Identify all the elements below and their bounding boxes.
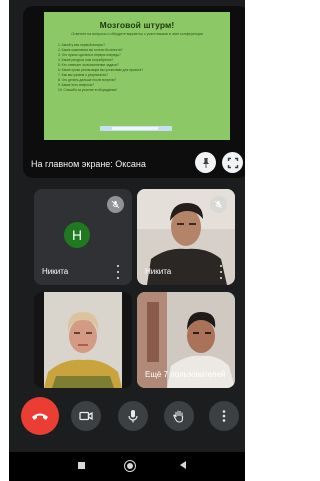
slide-list: 1. Какой у вас первый вопрос? 2. Какие и… — [58, 43, 230, 93]
participant-video — [34, 292, 132, 388]
fullscreen-icon — [227, 157, 238, 168]
raise-hand-icon — [173, 410, 184, 423]
system-navigation-bar — [9, 452, 245, 481]
participant-name: Никита — [145, 267, 172, 276]
microphone-off-icon — [111, 200, 120, 209]
muted-badge — [210, 196, 227, 213]
fullscreen-button[interactable] — [222, 152, 243, 173]
participant-tile[interactable] — [34, 292, 132, 388]
hang-up-icon — [32, 413, 48, 420]
participant-name: Никита — [42, 267, 69, 276]
muted-badge — [107, 196, 124, 213]
more-options-icon[interactable] — [116, 265, 120, 279]
slide-title: Мозговой штурм! — [99, 20, 175, 30]
home-icon[interactable] — [124, 460, 136, 472]
participant-tile[interactable]: Ещё 7 пользователей — [137, 292, 235, 388]
meeting-screen: Мозговой штурм! Ответьте на вопросы и об… — [9, 0, 245, 481]
camera-icon — [79, 411, 93, 421]
microphone-off-icon — [214, 200, 223, 209]
slide-subtitle: Ответьте на вопросы и обсудите варианты … — [71, 32, 203, 36]
more-options-icon — [222, 410, 226, 422]
presenter-caption: На главном экране: Оксана — [31, 159, 146, 169]
back-icon[interactable] — [180, 461, 186, 469]
slide-list-item: 10. Спасибо за участие в обсуждении! — [58, 88, 117, 93]
more-participants-label: Ещё 7 пользователей — [145, 370, 226, 379]
slide-link-bar — [100, 126, 172, 131]
hang-up-button[interactable] — [21, 397, 59, 435]
microphone-toggle-button[interactable] — [118, 401, 148, 431]
microphone-icon — [128, 410, 138, 423]
more-options-button[interactable] — [209, 401, 239, 431]
participant-tile[interactable]: Н Никита — [34, 189, 132, 285]
participant-tile[interactable]: Никита — [137, 189, 235, 285]
presentation-tile[interactable]: Мозговой штурм! Ответьте на вопросы и об… — [23, 6, 245, 178]
pin-button[interactable] — [195, 152, 216, 173]
avatar: Н — [64, 222, 90, 248]
camera-toggle-button[interactable] — [71, 401, 101, 431]
shared-slide: Мозговой штурм! Ответьте на вопросы и об… — [44, 12, 230, 140]
raise-hand-button[interactable] — [164, 401, 194, 431]
more-options-icon[interactable] — [219, 265, 223, 279]
pin-icon — [202, 157, 209, 168]
recent-apps-icon[interactable] — [78, 462, 85, 469]
